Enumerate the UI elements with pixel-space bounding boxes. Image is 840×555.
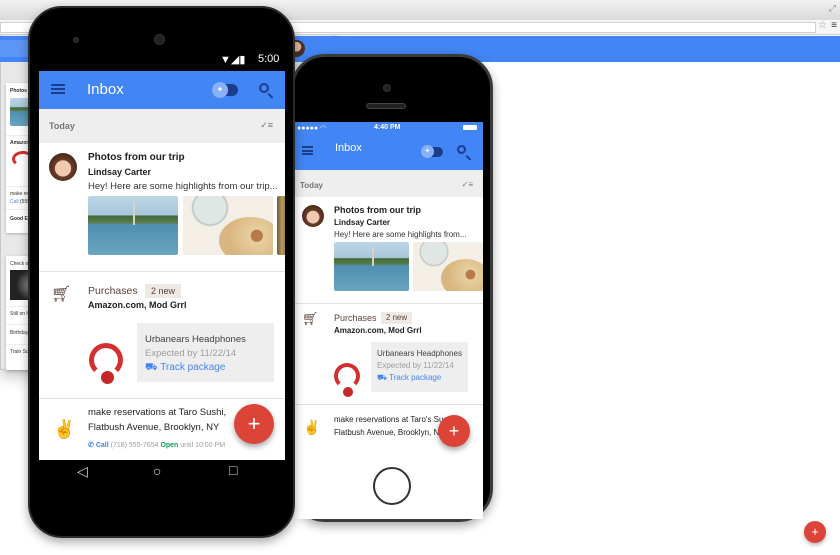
photo-thumbnail[interactable] [413,242,483,291]
reminder-text[interactable]: make reservations at Taro Sushi, [88,407,226,418]
front-camera [383,84,391,92]
back-button[interactable]: ◁ [77,463,88,480]
iphone-screen: ●●●●● ◠ 4:40 PM Inbox ✦ Today ✓≡ Photos … [294,122,483,519]
android-screen: Inbox ✦ Today ✓≡ Photos from our trip Li… [39,71,285,460]
search-icon[interactable] [259,83,269,93]
photo-thumbnail[interactable] [334,242,409,291]
bundle-senders: Amazon.com, Mod Grrl [334,326,422,335]
reminder-actions: ✆ Call (718) 555-7654 Open until 10:00 P… [88,442,226,449]
new-count-badge: 2 new [381,312,412,324]
new-count-badge: 2 new [145,284,181,298]
status-time: 4:40 PM [374,124,401,131]
call-link[interactable]: ✆ Call [88,442,109,449]
reminder-location: Flatbush Avenue, Brooklyn, NY [334,428,445,437]
sweep-icon[interactable]: ✓≡ [260,120,273,131]
photo-thumbnail[interactable] [183,196,273,255]
expand-icon[interactable]: ⤢ [829,3,836,14]
star-icon[interactable]: ☆ [818,20,827,31]
browser-menu-icon[interactable]: ≡ [831,20,837,31]
email-sender: Lindsay Carter [88,167,152,177]
photo-thumbnail[interactable] [88,196,178,255]
status-time: 5:00 [258,53,280,65]
email-snippet: Hey! Here are some highlights from our t… [88,181,278,192]
pin-icon: ✦ [212,82,228,98]
track-package-link[interactable]: ⛟ Track package [377,373,441,383]
hamburger-menu-icon[interactable] [302,146,313,155]
track-package-link[interactable]: ⛟ Track package [145,362,225,375]
reminder-hand-icon: ✌ [303,419,321,435]
pin-toggle[interactable]: ✦ [421,145,443,158]
sensor [73,37,79,43]
front-camera [154,34,165,45]
home-button[interactable] [373,467,411,505]
pin-icon: ✦ [421,145,434,158]
reminder-hand-icon: ✌ [53,419,76,439]
photo-thumbnail[interactable] [277,196,285,255]
bundle-title[interactable]: Purchases [88,285,138,297]
email-subject[interactable]: Photos from our trip [88,152,185,163]
android-app-bar: Inbox ✦ [39,71,285,109]
pin-toggle[interactable]: ✦ [212,82,238,98]
compose-fab[interactable]: + [804,521,826,543]
home-button[interactable]: ○ [153,463,161,479]
headphones-image [89,343,123,384]
sender-avatar[interactable] [302,205,324,227]
email-subject[interactable]: Photos from our trip [334,205,421,215]
compose-fab[interactable]: + [234,404,274,444]
bundle-title[interactable]: Purchases [334,313,377,323]
signal-wifi-icon: ●●●●● ◠ [297,125,327,132]
iphone-device: ●●●●● ◠ 4:40 PM Inbox ✦ Today ✓≡ Photos … [291,54,493,522]
section-header-today: Today ✓≡ [39,109,285,143]
compose-fab[interactable]: + [438,415,470,447]
section-header-today: Today ✓≡ [294,170,483,197]
reminder-text[interactable]: make reservations at Taro's Sushi, [334,415,456,424]
bundle-senders: Amazon.com, Mod Grrl [88,300,187,310]
email-sender: Lindsay Carter [334,218,391,227]
iphone-app-bar: ●●●●● ◠ 4:40 PM Inbox ✦ [294,122,483,170]
battery-icon [463,125,477,130]
sweep-icon[interactable]: ✓≡ [462,180,473,189]
shopping-cart-icon: 🛒︎ [51,286,72,303]
email-snippet: Hey! Here are some highlights from... [334,230,467,239]
headphones-image [334,363,360,398]
signal-battery-icons: ▼◢▮ [220,54,246,66]
hamburger-menu-icon[interactable] [51,84,65,94]
package-card[interactable]: Urbanears Headphones Expected by 11/22/1… [137,323,274,382]
app-title: Inbox [335,142,362,154]
android-device: ▼◢▮ 5:00 Inbox ✦ Today ✓≡ Photos from ou… [28,6,295,538]
earpiece-speaker [366,103,406,109]
reminder-location: Flatbush Avenue, Brooklyn, NY [88,422,220,433]
package-card[interactable]: Urbanears Headphones Expected by 11/22/1… [371,342,468,392]
search-icon[interactable] [457,145,466,154]
sender-avatar[interactable] [49,153,77,181]
recents-button[interactable]: □ [229,462,237,478]
shopping-cart-icon: 🛒︎ [302,311,319,326]
app-title: Inbox [87,81,124,98]
